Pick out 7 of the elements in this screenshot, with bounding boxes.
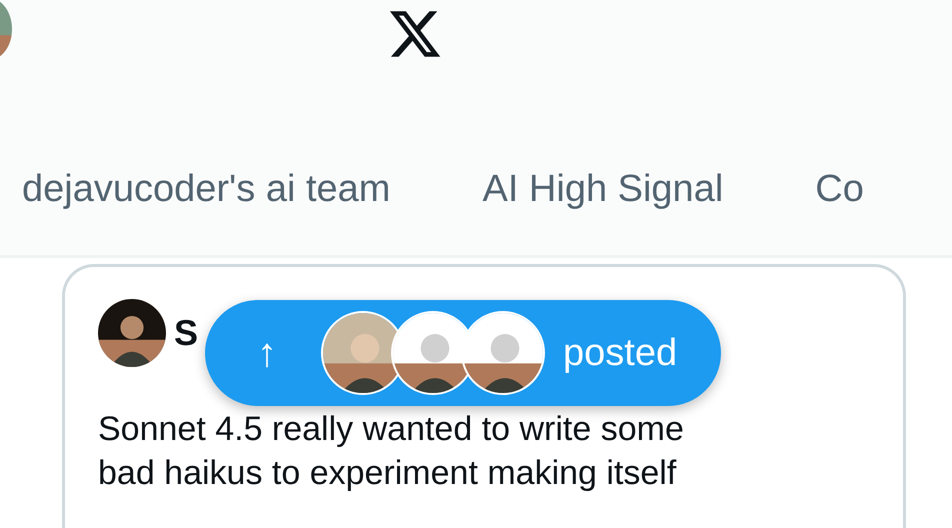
tab[interactable]: AI High Signal [482,167,724,213]
tab[interactable]: Co [815,167,864,213]
new-posts-button[interactable]: ↑ posted [205,300,721,406]
arrow-icon: ↑ [257,333,277,373]
tab[interactable]: dejavucoder's ai team [22,167,390,213]
author-name[interactable]: S [174,315,198,351]
post-text: Sonnet 4.5 really wanted to write some bad haikus to experiment making itself [98,409,685,494]
